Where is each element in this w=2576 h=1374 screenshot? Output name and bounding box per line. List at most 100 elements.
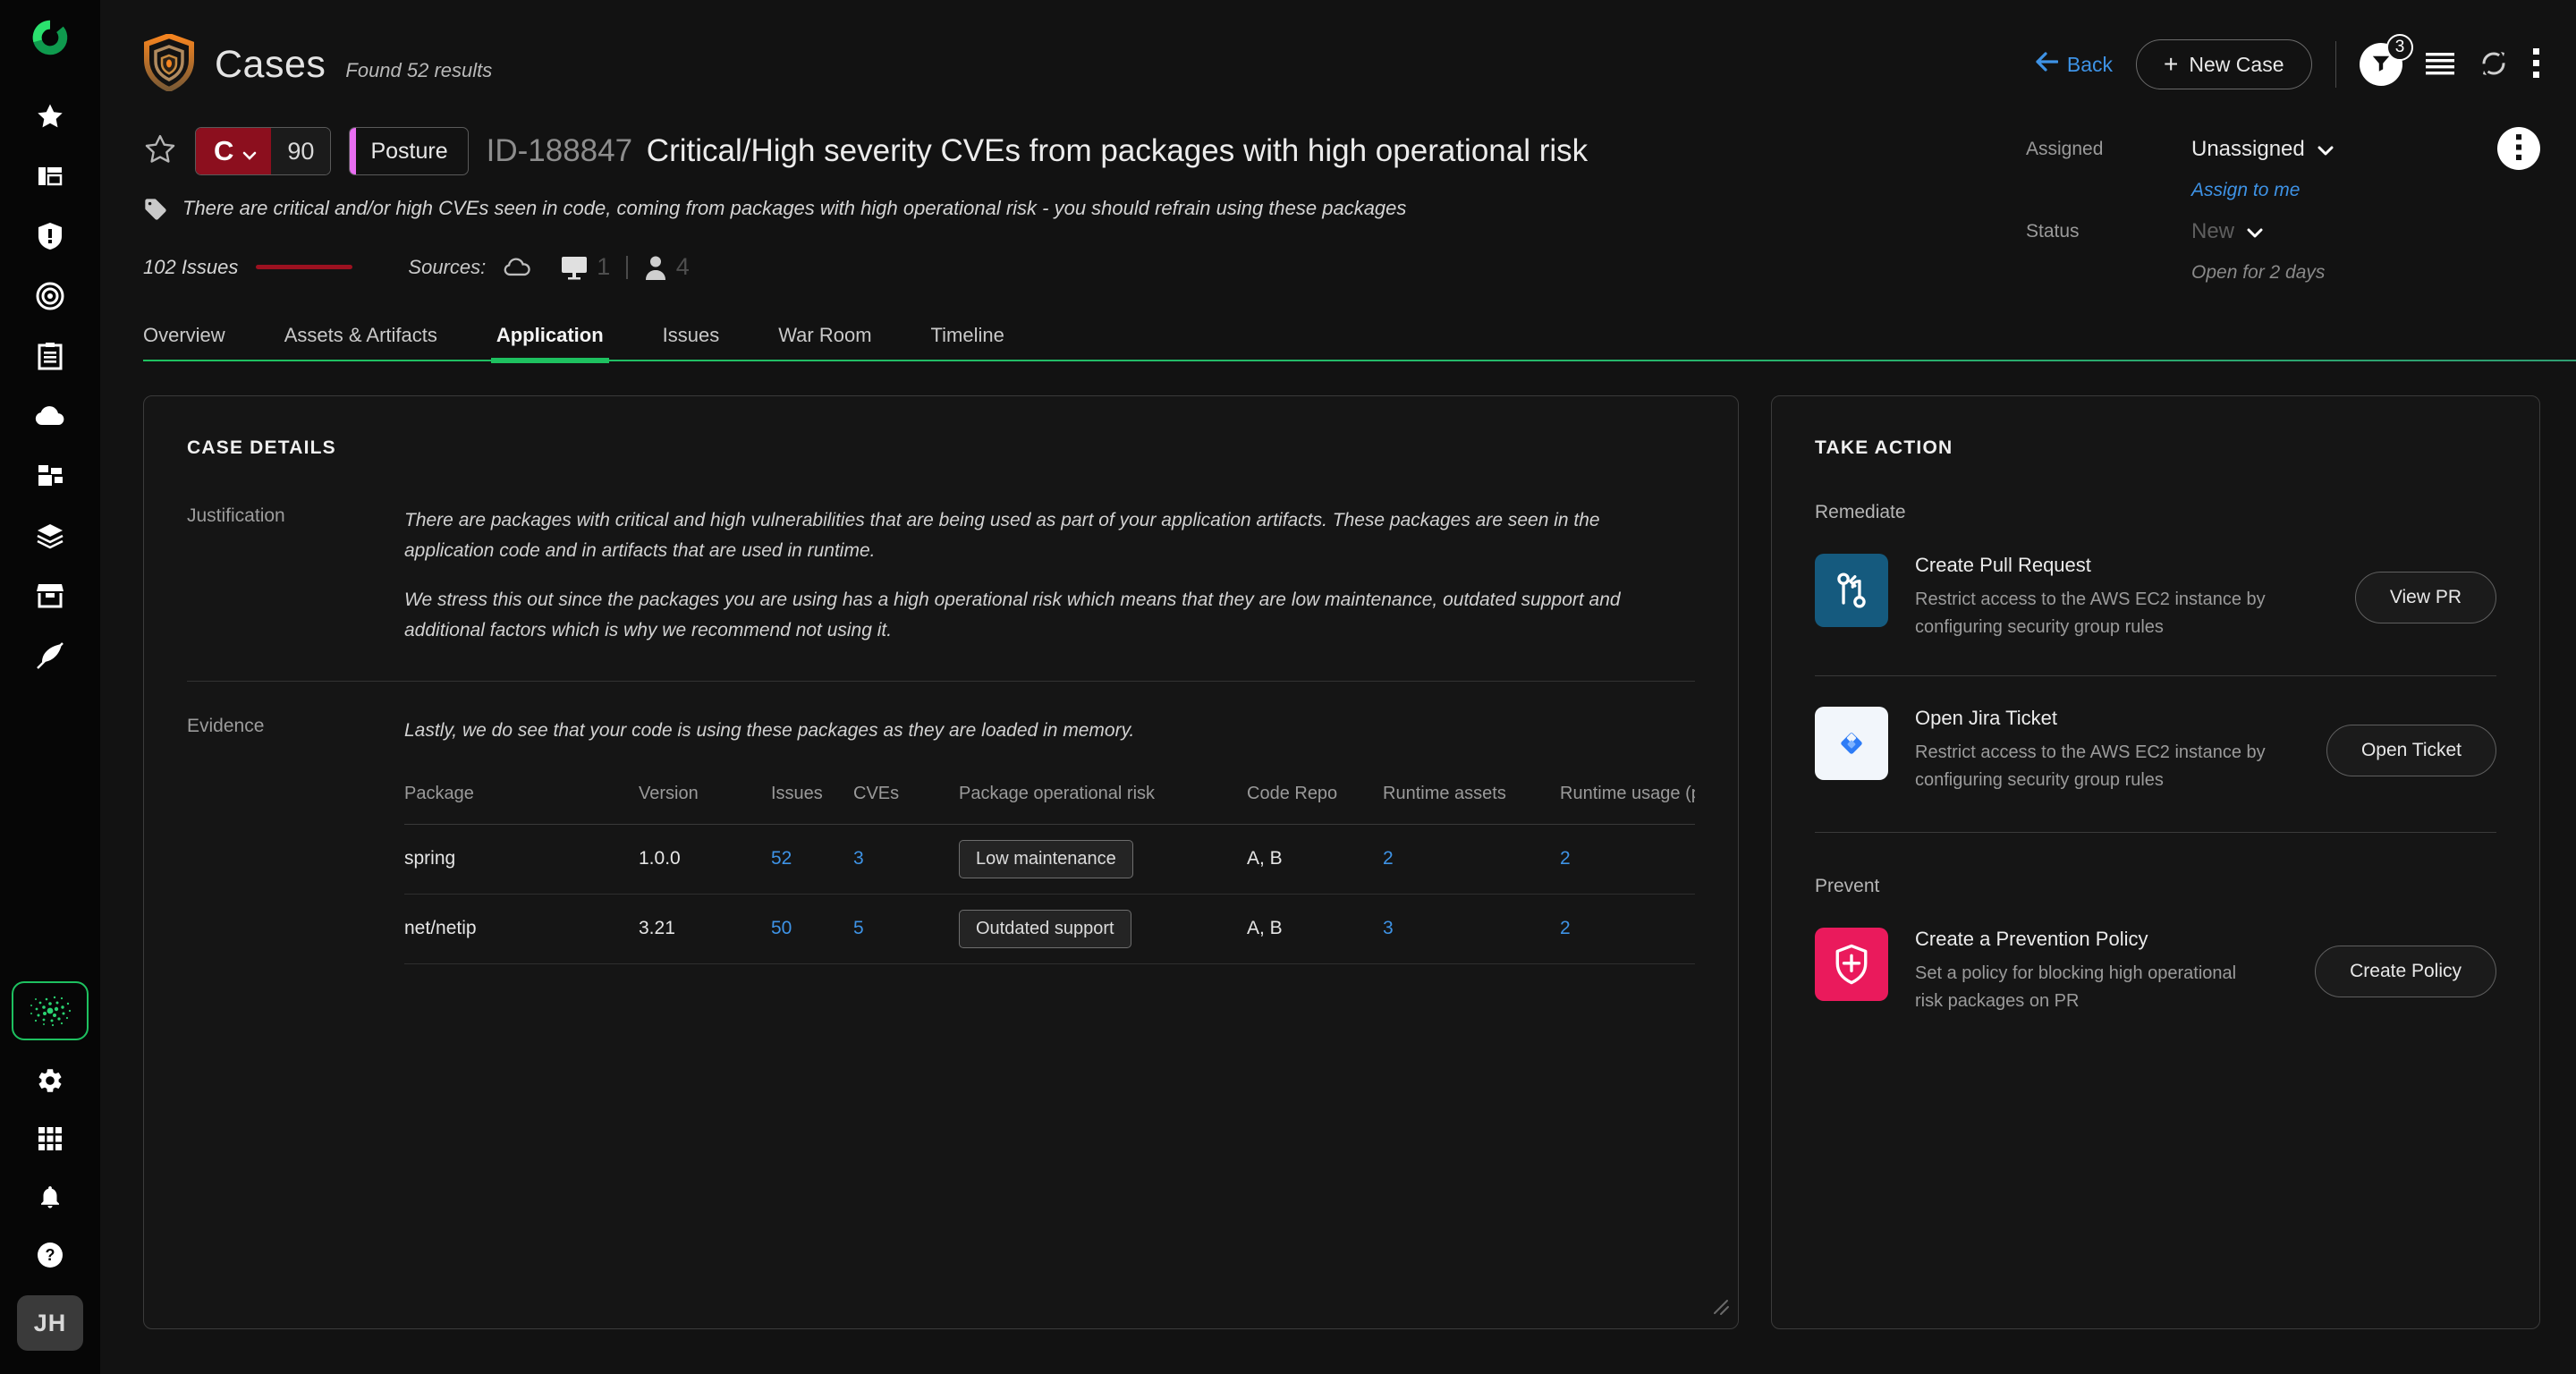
assign-to-me-link[interactable]: Assign to me: [2191, 180, 2540, 201]
sidebar-item-cloud[interactable]: [30, 398, 70, 434]
action-title: Open Jira Ticket: [1915, 707, 2300, 730]
sidebar-item-help[interactable]: ?: [30, 1237, 70, 1273]
table-header-row: Package Version Issues CVEs Package oper…: [404, 784, 1695, 825]
sidebar-item-marketplace[interactable]: [30, 578, 70, 614]
case-more-options-button[interactable]: [2497, 127, 2540, 170]
runtime-usage-link[interactable]: 2: [1560, 848, 1695, 869]
sidebar-item-target[interactable]: [30, 278, 70, 314]
tab-war-room[interactable]: War Room: [778, 324, 871, 361]
evidence-text: Lastly, we do see that your code is usin…: [404, 716, 1695, 746]
issues-link[interactable]: 52: [771, 848, 853, 869]
posture-color-bar: [350, 128, 356, 174]
posture-badge[interactable]: Posture: [349, 127, 468, 175]
action-description: Restrict access to the AWS EC2 instance …: [1915, 586, 2328, 641]
packages-table: Package Version Issues CVEs Package oper…: [404, 784, 1695, 964]
create-policy-button[interactable]: Create Policy: [2315, 946, 2496, 997]
justification-text: There are packages with critical and hig…: [404, 505, 1695, 645]
monitor-count: 1: [597, 253, 610, 281]
tab-overview[interactable]: Overview: [143, 324, 225, 361]
apps-grid-icon: [37, 1125, 64, 1152]
case-details-panel: CASE DETAILS Justification There are pac…: [143, 395, 1739, 1329]
back-button[interactable]: Back: [2035, 52, 2113, 77]
sidebar-item-quill[interactable]: [30, 638, 70, 674]
sidebar-item-settings[interactable]: [30, 1063, 70, 1098]
take-action-panel: TAKE ACTION Remediate: [1771, 395, 2540, 1329]
refresh-button[interactable]: [2478, 47, 2510, 82]
sidebar-item-reports[interactable]: [30, 338, 70, 374]
sidebar-item-layers[interactable]: [30, 518, 70, 554]
star-icon: [36, 102, 64, 131]
view-pr-button[interactable]: View PR: [2355, 572, 2496, 623]
boards-icon: [36, 162, 64, 191]
table-row[interactable]: spring 1.0.0 52 3 Low maintenance A, B 2…: [404, 825, 1695, 895]
section-divider: [187, 681, 1695, 682]
menu-lines-icon: [2426, 52, 2454, 78]
quill-icon: [35, 640, 65, 671]
cves-link[interactable]: 5: [853, 918, 959, 939]
status-label: Status: [2026, 221, 2191, 242]
issues-link[interactable]: 50: [771, 918, 853, 939]
sidebar-item-apps[interactable]: [30, 1121, 70, 1157]
evidence-label: Evidence: [187, 716, 404, 964]
tab-assets-artifacts[interactable]: Assets & Artifacts: [284, 324, 437, 361]
new-case-button[interactable]: + New Case: [2136, 39, 2311, 89]
cloud-source-icon[interactable]: [504, 258, 530, 277]
justification-label: Justification: [187, 505, 404, 645]
cves-link[interactable]: 3: [853, 848, 959, 869]
sidebar-nav: [30, 98, 70, 674]
person-source-icon[interactable]: [644, 255, 667, 280]
app-logo-icon[interactable]: [30, 18, 70, 57]
jira-icon: [1815, 707, 1888, 780]
monitor-source-icon[interactable]: [561, 255, 588, 280]
favorite-star-icon[interactable]: [143, 132, 177, 171]
avatar[interactable]: JH: [17, 1295, 83, 1351]
sidebar-bottom: ? JH: [12, 981, 89, 1351]
help-icon: ?: [36, 1241, 64, 1269]
page-title: Cases: [215, 43, 326, 87]
results-count: Found 52 results: [345, 59, 492, 82]
action-description: Set a policy for blocking high operation…: [1915, 960, 2246, 1015]
case-description: There are critical and/or high CVEs seen…: [182, 197, 1406, 220]
plus-icon: +: [2164, 52, 2178, 77]
tab-timeline[interactable]: Timeline: [931, 324, 1004, 361]
sidebar-item-ai-active[interactable]: [12, 981, 89, 1040]
chevron-down-icon: [242, 135, 257, 167]
tag-icon: [143, 197, 168, 226]
status-dropdown[interactable]: New: [2191, 219, 2540, 244]
shield-plus-icon: [1815, 928, 1888, 1001]
sidebar-item-inventory[interactable]: [30, 458, 70, 494]
cases-shield-icon: [143, 34, 195, 96]
layers-icon: [35, 522, 65, 549]
list-view-button[interactable]: [2426, 52, 2454, 78]
severity-badge[interactable]: C 90: [195, 127, 331, 175]
table-row[interactable]: net/netip 3.21 50 5 Outdated support A, …: [404, 895, 1695, 964]
blocks-icon: [36, 463, 64, 488]
risk-chip: Outdated support: [959, 910, 1131, 948]
tab-application[interactable]: Application: [496, 324, 604, 361]
filter-button[interactable]: 3: [2360, 43, 2402, 86]
action-title: Create a Prevention Policy: [1915, 928, 2288, 951]
action-title: Create Pull Request: [1915, 554, 2328, 577]
tab-issues[interactable]: Issues: [663, 324, 720, 361]
prevent-label: Prevent: [1815, 876, 2496, 897]
assigned-dropdown[interactable]: Unassigned: [2191, 137, 2540, 162]
runtime-usage-link[interactable]: 2: [1560, 918, 1695, 939]
header-divider: [2335, 41, 2337, 88]
more-options-button[interactable]: [2533, 48, 2540, 81]
runtime-assets-link[interactable]: 2: [1383, 848, 1560, 869]
sidebar-item-boards[interactable]: [30, 158, 70, 194]
tab-bar: Overview Assets & Artifacts Application …: [143, 324, 2540, 361]
resize-handle[interactable]: [1711, 1297, 1731, 1321]
app-root: ? JH Cases Found 52 results: [0, 0, 2576, 1374]
sidebar-item-favorites[interactable]: [30, 98, 70, 134]
gear-icon: [36, 1066, 64, 1095]
open-ticket-button[interactable]: Open Ticket: [2326, 725, 2496, 776]
arrow-left-icon: [2035, 52, 2058, 77]
ai-scan-icon: [25, 991, 75, 1030]
sidebar-item-risks[interactable]: [30, 218, 70, 254]
sidebar-item-notifications[interactable]: [30, 1179, 70, 1215]
runtime-assets-link[interactable]: 3: [1383, 918, 1560, 939]
clipboard-icon: [38, 342, 63, 370]
risk-chip: Low maintenance: [959, 840, 1133, 878]
main-area: Cases Found 52 results Back + New Case 3: [100, 0, 2576, 1374]
